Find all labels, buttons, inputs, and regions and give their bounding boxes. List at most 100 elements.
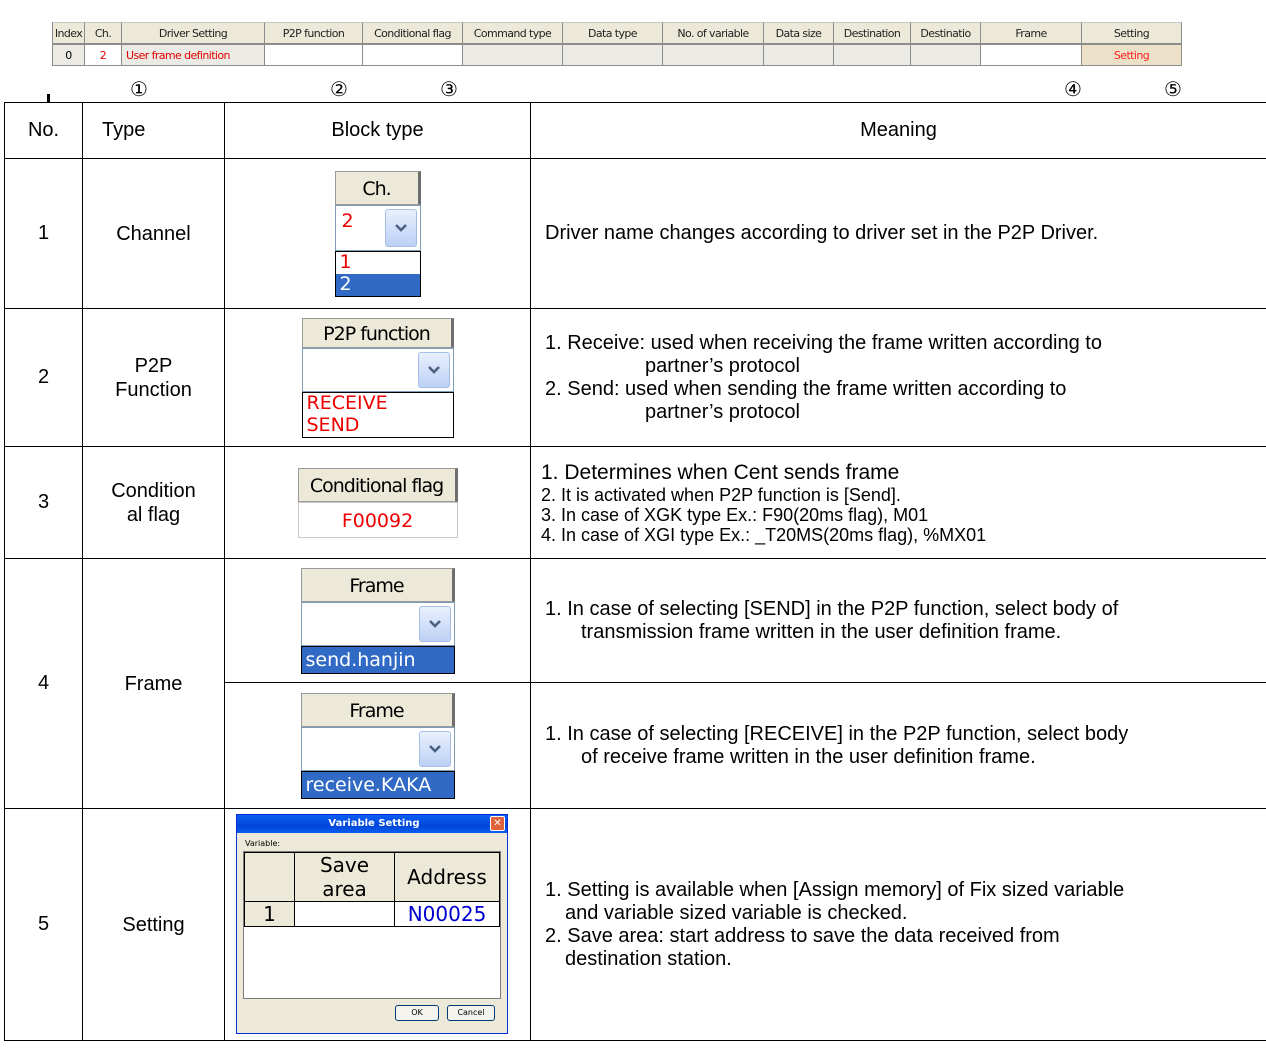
row-number: 2 (4, 308, 83, 447)
frame-send-combo[interactable] (300, 601, 455, 646)
block-type-table: No. Type Block type Meaning 1 Channel Ch… (4, 102, 1266, 1041)
header-block-type: Block type (224, 102, 531, 159)
channel-dropdown: Ch. 2 1 2 (334, 170, 421, 297)
frame-receive-combo[interactable] (300, 726, 455, 771)
option-receive[interactable]: RECEIVE (303, 393, 453, 415)
frame-option-receive[interactable]: receive.KAKA (301, 771, 454, 798)
chevron-down-icon[interactable] (417, 351, 450, 388)
cell-data-size (764, 44, 834, 66)
grid-row-index: 1 (244, 901, 295, 927)
ok-button[interactable]: OK (395, 1005, 439, 1021)
row-meaning: Driver name changes according to driver … (530, 158, 1266, 309)
channel-widget-cell: Ch. 2 1 2 (224, 158, 531, 309)
row-type: Condition al flag (82, 446, 225, 559)
cell-index: 0 (52, 44, 85, 66)
cell-ch[interactable]: 2 (85, 44, 122, 66)
frame-send-header: Frame (300, 567, 455, 602)
col-driver-setting: Driver Setting (122, 22, 265, 44)
p2p-function-list: RECEIVE SEND (301, 391, 454, 438)
marker-5: ⑤ (1164, 77, 1182, 101)
table-row: 1 Channel Ch. 2 1 2 Driver name changes … (4, 158, 1266, 309)
grid-data-row: 0 2 User frame definition Setting (52, 44, 1182, 66)
channel-combo[interactable]: 2 (334, 204, 421, 251)
cell-p2p-function[interactable] (265, 44, 363, 66)
meaning-item-1: 1. In case of selecting [RECEIVE] in the… (545, 722, 1129, 745)
frame-option-send[interactable]: send.hanjin (301, 646, 454, 673)
row-number: 4 (4, 558, 83, 809)
conditional-flag-field: Conditional flag F00092 (297, 467, 458, 538)
meaning-item-3: 3. In case of XGK type Ex.: F90(20ms fla… (541, 504, 929, 525)
row-number: 5 (4, 808, 83, 1041)
grid-address-value[interactable]: N00025 (394, 901, 500, 927)
chevron-down-icon[interactable] (418, 605, 451, 642)
p2p-widget-cell: P2P function RECEIVE SEND (224, 308, 531, 447)
row-number: 1 (4, 158, 83, 309)
channel-list: 1 2 (334, 250, 421, 297)
p2p-function-dropdown: P2P function RECEIVE SEND (301, 317, 454, 438)
channel-header: Ch. (334, 170, 421, 205)
meaning-item-1: 1. Receive: used when receiving the fram… (545, 331, 1102, 354)
frame-receive-widget-cell: Frame receive.KAKA (224, 682, 531, 809)
col-setting: Setting (1082, 22, 1182, 44)
variable-grid: Save area Address 1 N00025 (243, 851, 501, 999)
row-meaning: 1. Receive: used when receiving the fram… (530, 308, 1266, 447)
tick-mark (47, 94, 50, 102)
col-destination-2: Destinatio (911, 22, 981, 44)
meaning-item-1-cont: and variable sized variable is checked. (565, 901, 908, 924)
cancel-button[interactable]: Cancel (447, 1005, 495, 1021)
grid-save-area-value[interactable] (294, 901, 395, 927)
col-p2p-function: P2P function (265, 22, 363, 44)
meaning-item-1: 1. In case of selecting [SEND] in the P2… (545, 597, 1119, 620)
channel-value: 2 (341, 209, 354, 232)
row-meaning: 1. Determines when Cent sends frame 2. I… (530, 446, 1266, 559)
col-command-type: Command type (463, 22, 563, 44)
marker-2: ② (330, 77, 348, 101)
chevron-down-icon[interactable] (418, 730, 451, 767)
meaning-item-2-cont: destination station. (565, 947, 732, 970)
meaning-item-1: 1. Setting is available when [Assign mem… (545, 878, 1125, 901)
close-icon[interactable]: ✕ (490, 816, 505, 831)
table-row: 2 P2P Function P2P function RECEIVE SEND (4, 308, 1266, 447)
col-index: Index (52, 22, 85, 44)
frame-send-list: send.hanjin (300, 645, 455, 674)
meaning-item-1-cont: partner’s protocol (645, 354, 800, 377)
col-conditional-flag: Conditional flag (363, 22, 463, 44)
marker-1: ① (130, 77, 148, 101)
table-row: 4 Frame Frame send.hanjin 1. In case of … (4, 558, 1266, 809)
cell-conditional-flag[interactable] (363, 44, 463, 66)
variable-setting-cell: Variable Setting ✕ Variable: Save area A… (224, 808, 531, 1041)
conditional-flag-widget-cell: Conditional flag F00092 (224, 446, 531, 559)
type-line-1: P2P (134, 354, 173, 377)
cell-command-type (463, 44, 563, 66)
cell-data-type (563, 44, 663, 66)
col-frame: Frame (981, 22, 1082, 44)
grid-corner (244, 852, 295, 902)
col-data-size: Data size (764, 22, 834, 44)
marker-4: ④ (1064, 77, 1082, 101)
type-line-2: al flag (126, 503, 181, 526)
col-destination: Destination (834, 22, 911, 44)
conditional-flag-value[interactable]: F00092 (297, 501, 458, 538)
row-meaning: 1. In case of selecting [RECEIVE] in the… (530, 682, 1266, 809)
dialog-title: Variable Setting (328, 818, 420, 829)
channel-option-2[interactable]: 2 (335, 273, 420, 296)
cell-setting-button[interactable]: Setting (1082, 44, 1182, 66)
cell-driver-setting: User frame definition (122, 44, 265, 66)
channel-option-1[interactable]: 1 (336, 252, 420, 274)
frame-receive-list: receive.KAKA (300, 770, 455, 799)
col-no-of-variable: No. of variable (663, 22, 764, 44)
meaning-item-2: 2. Save area: start address to save the … (545, 924, 1060, 947)
cell-frame[interactable] (981, 44, 1082, 66)
frame-send-widget-cell: Frame send.hanjin (224, 558, 531, 683)
header-no: No. (4, 102, 83, 159)
conditional-flag-header: Conditional flag (297, 467, 458, 502)
grid-header-row: Index Ch. Driver Setting P2P function Co… (52, 22, 1182, 44)
p2p-function-combo[interactable] (301, 347, 454, 392)
table-row: 3 Condition al flag Conditional flag F00… (4, 446, 1266, 559)
chevron-down-icon[interactable] (384, 208, 417, 247)
grid-col-address: Address (394, 852, 500, 902)
frame-receive-dropdown: Frame receive.KAKA (300, 692, 455, 799)
option-send[interactable]: SEND (303, 415, 453, 437)
row-meaning: 1. In case of selecting [SEND] in the P2… (530, 558, 1266, 683)
type-line-1: Condition (111, 479, 196, 502)
